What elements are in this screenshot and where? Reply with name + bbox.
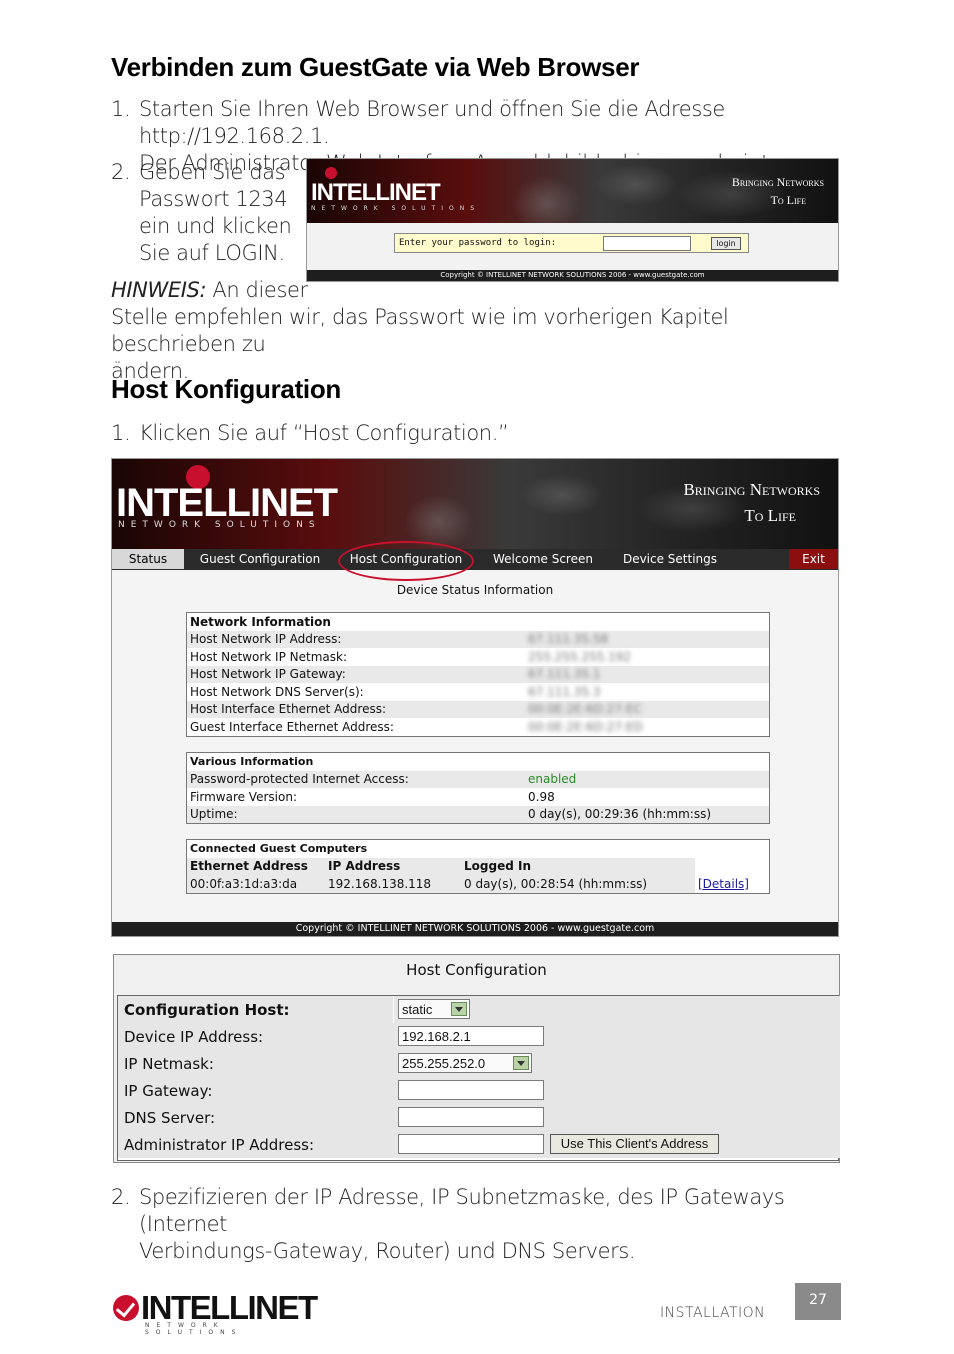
page-title: Device Status Information (396, 583, 554, 597)
host-config-screenshot: Host Configuration Configuration Host: s… (113, 954, 840, 1163)
table-row: Host Network IP Address: 67.111.35.58 (187, 630, 769, 648)
host-config-form: Configuration Host: static Device IP Add… (117, 995, 840, 1161)
status-screenshot: INTELLINET NETWORK SOLUTIONS Bringing Ne… (111, 458, 839, 937)
gateway-input[interactable] (398, 1080, 544, 1100)
tagline: Bringing Networks To Life (731, 175, 824, 207)
tab-guest-configuration[interactable]: Guest Configuration (186, 549, 334, 569)
use-client-address-button[interactable]: Use This Client's Address (550, 1134, 719, 1154)
status-banner: INTELLINET NETWORK SOLUTIONS Bringing Ne… (112, 459, 838, 549)
login-body: Enter your password to login: login (307, 223, 838, 270)
tab-exit[interactable]: Exit (789, 549, 838, 569)
table-row: Firmware Version: 0.98 (190, 789, 555, 804)
device-ip-input[interactable]: 192.168.2.1 (398, 1026, 544, 1046)
tab-device-settings[interactable]: Device Settings (610, 549, 730, 569)
login-button[interactable]: login (711, 237, 741, 250)
login-box: Enter your password to login: login (394, 233, 749, 253)
form-row-admin-ip: Administrator IP Address: Use This Clien… (118, 1131, 840, 1158)
form-title: Host Configuration (406, 961, 547, 979)
form-row-device-ip: Device IP Address: 192.168.2.1 (118, 1023, 840, 1050)
footer-logo: INTELLINET NETWORK SOLUTIONS (111, 1289, 321, 1336)
table-row: Uptime: 0 day(s), 00:29:36 (hh:mm:ss) (187, 805, 769, 823)
panel-title: Network Information (190, 614, 331, 629)
panel-title: Various Information (190, 755, 314, 769)
table-row: Host Interface Ethernet Address: 00:0E:2E… (187, 700, 769, 718)
host-step-1: 1. Klicken Sie auf “Host Configuration.” (111, 421, 509, 445)
table-row: Host Network DNS Server(s): 67.111.35.3 (190, 684, 601, 699)
form-row-netmask: IP Netmask: 255.255.252.0 (118, 1050, 840, 1077)
password-input[interactable] (603, 236, 691, 251)
table-row: Host Network IP Netmask: 255.255.255.192 (190, 649, 632, 664)
panel-title: Connected Guest Computers (190, 842, 368, 856)
details-link[interactable]: [Details] (698, 877, 749, 891)
intellinet-logo: INTELLINET (311, 179, 441, 206)
checkmark-icon (113, 1295, 139, 1321)
hinweis-note: HINWEIS: An dieser Stelle empfehlen wir,… (111, 278, 729, 383)
section-heading-host: Host Konfiguration (111, 374, 342, 404)
various-info-panel: Various Information Password-protected I… (186, 752, 770, 824)
login-banner: INTELLINET NETWORK SOLUTIONS Bringing Ne… (307, 159, 838, 223)
config-host-select[interactable]: static (398, 999, 470, 1019)
checkmark-icon (325, 167, 337, 179)
login-copyright: Copyright © INTELLINET NETWORK SOLUTIONS… (307, 270, 838, 281)
chevron-down-icon (513, 1056, 529, 1070)
table-row: Password-protected Internet Access: enabl… (187, 770, 769, 788)
nav-tabs: Status Guest Configuration Host Configur… (112, 549, 838, 570)
table-row: 00:0f:a3:1d:a3:da 192.168.138.118 0 day(… (187, 875, 769, 893)
admin-ip-input[interactable] (398, 1134, 544, 1154)
footer-section-label: INSTALLATION (660, 1305, 766, 1321)
dns-input[interactable] (398, 1107, 544, 1127)
host-step-2: 2. Spezifizieren der IP Adresse, IP Subn… (111, 1185, 785, 1263)
status-copyright: Copyright © INTELLINET NETWORK SOLUTIONS… (112, 922, 838, 936)
table-row: Host Network IP Gateway: 67.111.35.1 (187, 665, 769, 683)
step-2: 2. Geben Sie das Passwort 1234 ein und k… (111, 160, 292, 265)
form-row-dns: DNS Server: (118, 1104, 840, 1131)
tab-welcome-screen[interactable]: Welcome Screen (478, 549, 608, 569)
table-header: Ethernet Address IP Address Logged In (187, 857, 769, 875)
page-number: 27 (795, 1283, 841, 1320)
section-heading-verbinden: Verbinden zum GuestGate via Web Browser (111, 52, 640, 82)
status-badge: enabled (525, 770, 769, 788)
guests-panel: Connected Guest Computers Ethernet Addre… (186, 839, 770, 894)
form-row-gateway: IP Gateway: (118, 1077, 840, 1104)
highlight-circle (338, 541, 474, 581)
network-info-panel: Network Information Host Network IP Addr… (186, 612, 770, 737)
login-screenshot: INTELLINET NETWORK SOLUTIONS Bringing Ne… (306, 158, 839, 282)
table-row: Guest Interface Ethernet Address: 00:0E:2… (190, 719, 643, 734)
tagline: Bringing Networks To Life (683, 480, 820, 525)
form-row-config-host: Configuration Host: static (118, 996, 840, 1023)
tab-status[interactable]: Status (112, 549, 184, 569)
chevron-down-icon (451, 1002, 467, 1016)
netmask-select[interactable]: 255.255.252.0 (398, 1053, 532, 1073)
